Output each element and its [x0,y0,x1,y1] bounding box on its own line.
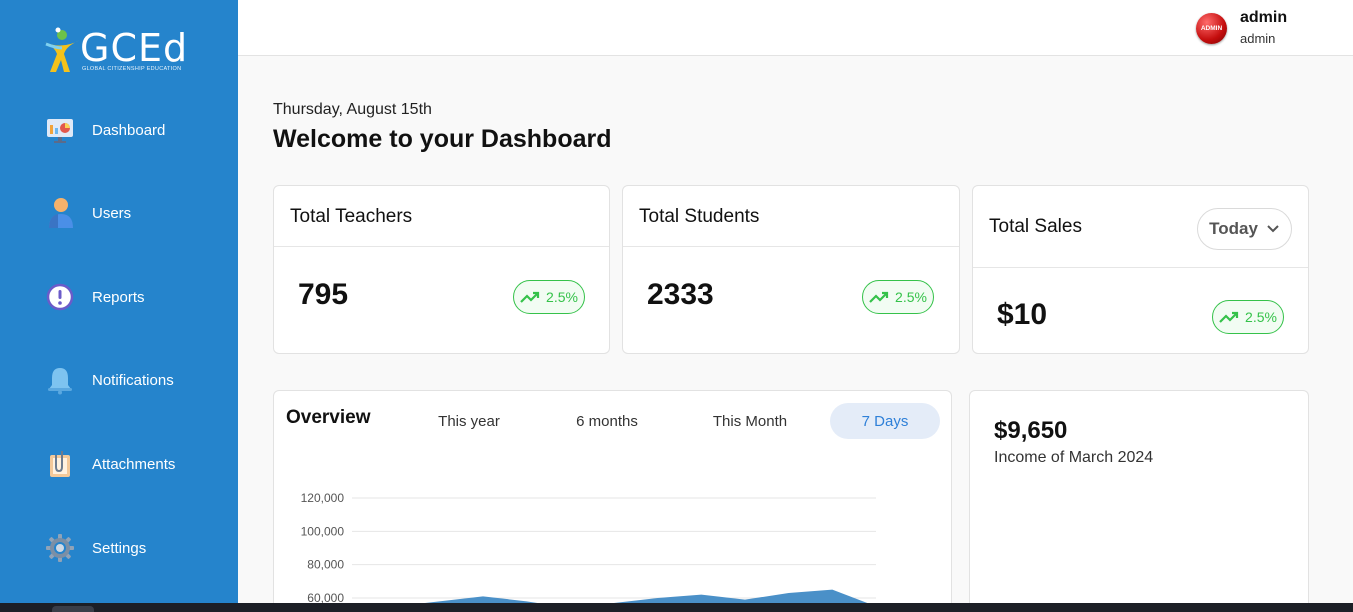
top-bar: ADMIN admin admin [238,0,1353,56]
tab-7-days[interactable]: 7 Days [830,403,940,439]
card-divider [623,246,959,247]
logo-figure-icon [44,27,80,72]
page-title: Welcome to your Dashboard [273,125,612,153]
trend-up-icon [869,291,889,303]
overview-chart: 120,000100,00080,00060,000 [301,491,876,606]
overview-title: Overview [286,407,371,428]
sidebar-item-notifications[interactable]: Notifications [0,350,238,410]
current-date: Thursday, August 15th [273,101,432,118]
trend-badge: 2.5% [1212,300,1284,334]
user-role: admin [1240,31,1276,46]
card-title: Total Sales [989,216,1082,237]
card-title: Total Teachers [290,206,413,227]
teachers-count: 795 [298,278,349,311]
logo-text: GCEd [80,26,189,70]
card-divider [274,246,609,247]
period-dropdown[interactable]: Today [1197,208,1292,250]
sidebar-item-settings[interactable]: Settings [0,518,238,578]
income-label: Income of March 2024 [994,449,1154,466]
sidebar-item-attachments[interactable]: Attachments [0,434,238,494]
period-value: Today [1209,219,1258,238]
trend-value: 2.5% [1245,309,1277,325]
trend-badge: 2.5% [862,280,934,314]
sidebar-item-label: Dashboard [92,121,166,139]
total-teachers-card: Total Teachers 795 2.5% [273,185,610,354]
trend-up-icon [520,291,540,303]
sidebar-item-label: Attachments [92,455,176,473]
tab-6-months[interactable]: 6 months [557,403,657,439]
user-icon [44,197,76,229]
chevron-down-icon [1267,225,1279,233]
logo-subtitle: GLOBAL CITIZENSHIP EDUCATION [82,66,182,72]
avatar[interactable]: ADMIN [1196,13,1227,44]
income-card: $9,650 Income of March 2024 [969,390,1309,612]
taskbar [0,603,1353,612]
tab-this-month[interactable]: This Month [700,403,800,439]
y-tick-label: 100,000 [301,524,345,538]
sales-total: $10 [997,298,1048,331]
sidebar-item-users[interactable]: Users [0,183,238,243]
total-students-card: Total Students 2333 2.5% [622,185,960,354]
gced-logo[interactable]: GCEd GLOBAL CITIZENSHIP EDUCATION [42,26,202,76]
y-tick-label: 80,000 [307,558,344,572]
total-sales-card: Total Sales Today $10 2.5% [972,185,1309,354]
sidebar-item-dashboard[interactable]: Dashboard [0,100,238,160]
bell-icon [44,364,76,396]
sidebar-item-label: Users [92,204,132,222]
taskbar-button[interactable] [52,606,94,612]
sidebar-item-reports[interactable]: Reports [0,267,238,327]
user-name[interactable]: admin [1240,9,1287,27]
sidebar-item-label: Reports [92,288,145,306]
gear-icon [44,532,76,564]
sidebar: GCEd GLOBAL CITIZENSHIP EDUCATION Dashbo… [0,0,238,603]
trend-value: 2.5% [546,289,578,305]
income-value: $9,650 [994,417,1068,444]
overview-card: Overview This year 6 months This Month 7… [273,390,952,612]
card-divider [973,267,1308,268]
trend-badge: 2.5% [513,280,585,314]
tab-this-year[interactable]: This year [419,403,519,439]
dashboard-icon [44,114,76,146]
clipboard-icon [44,448,76,480]
sidebar-item-label: Settings [92,539,147,557]
trend-up-icon [1219,311,1239,323]
students-count: 2333 [647,278,714,311]
trend-value: 2.5% [895,289,927,305]
y-tick-label: 120,000 [301,491,345,505]
card-title: Total Students [639,206,760,227]
sidebar-item-label: Notifications [92,371,174,389]
alert-icon [44,281,76,313]
